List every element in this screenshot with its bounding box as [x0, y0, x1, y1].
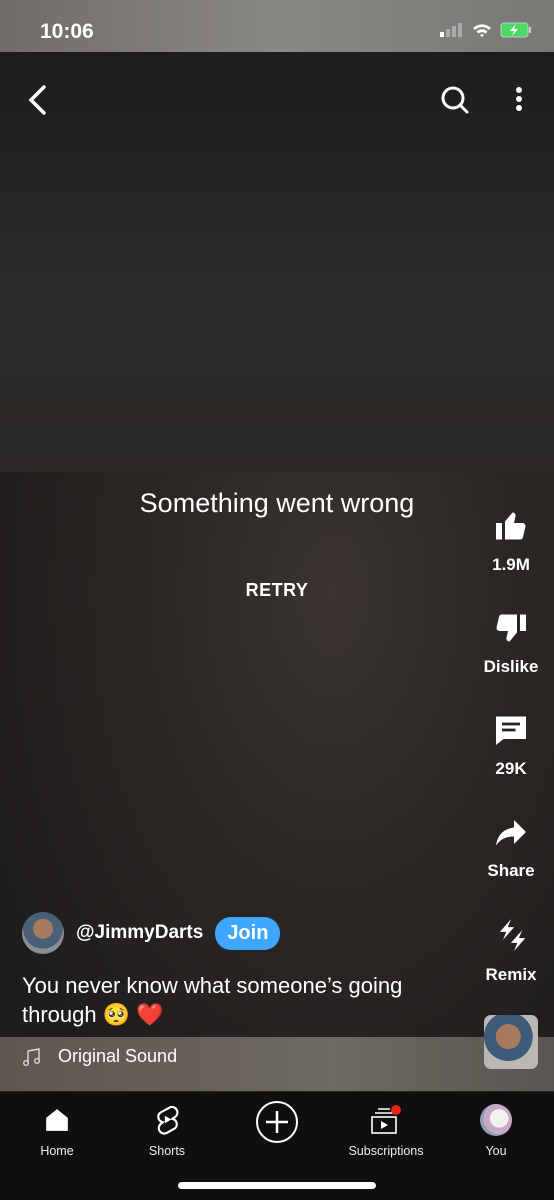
- sound-thumbnail[interactable]: [484, 1015, 538, 1069]
- home-indicator: [178, 1182, 376, 1189]
- search-icon[interactable]: [440, 85, 470, 115]
- back-icon[interactable]: [26, 84, 48, 116]
- join-button[interactable]: Join: [215, 916, 281, 950]
- battery-charging-icon: [500, 22, 531, 38]
- share-icon: [496, 820, 526, 846]
- status-bar: 10:06: [0, 0, 554, 52]
- shorts-icon: [157, 1105, 179, 1135]
- channel-info: @JimmyDarts Join: [22, 912, 281, 954]
- subscriptions-icon: [371, 1105, 401, 1134]
- comments-button[interactable]: 29K: [466, 712, 554, 779]
- plus-circle-icon: [256, 1101, 298, 1143]
- sound-link[interactable]: Original Sound: [22, 1046, 177, 1067]
- top-bar: [0, 52, 554, 147]
- comment-icon: [496, 716, 526, 745]
- create-button[interactable]: [222, 1101, 332, 1150]
- home-icon: [46, 1109, 68, 1131]
- music-note-icon: [23, 1047, 40, 1066]
- tab-home[interactable]: Home: [2, 1102, 112, 1158]
- clock: 10:06: [40, 20, 94, 43]
- tab-shorts[interactable]: Shorts: [112, 1102, 222, 1158]
- tab-you[interactable]: You: [441, 1102, 551, 1158]
- notification-badge: [391, 1105, 401, 1115]
- cellular-signal-icon: [440, 23, 462, 37]
- thumbs-up-icon: [496, 512, 526, 540]
- sound-label: Original Sound: [58, 1046, 178, 1066]
- dislike-button[interactable]: Dislike: [466, 610, 554, 677]
- like-button[interactable]: 1.9M: [466, 508, 554, 575]
- thumbs-down-icon: [496, 614, 526, 642]
- retry-button[interactable]: RETRY: [0, 580, 554, 601]
- tab-subscriptions[interactable]: Subscriptions: [331, 1102, 441, 1158]
- remix-icon: [499, 919, 526, 951]
- profile-avatar: [480, 1104, 512, 1136]
- share-button[interactable]: Share: [466, 814, 554, 881]
- video-caption[interactable]: You never know what someone’s going thro…: [22, 971, 462, 1029]
- channel-handle[interactable]: @JimmyDarts: [76, 922, 203, 944]
- more-options-icon[interactable]: [512, 87, 526, 113]
- wifi-icon: [473, 24, 491, 37]
- channel-avatar[interactable]: [22, 912, 64, 954]
- remix-button[interactable]: Remix: [466, 916, 554, 985]
